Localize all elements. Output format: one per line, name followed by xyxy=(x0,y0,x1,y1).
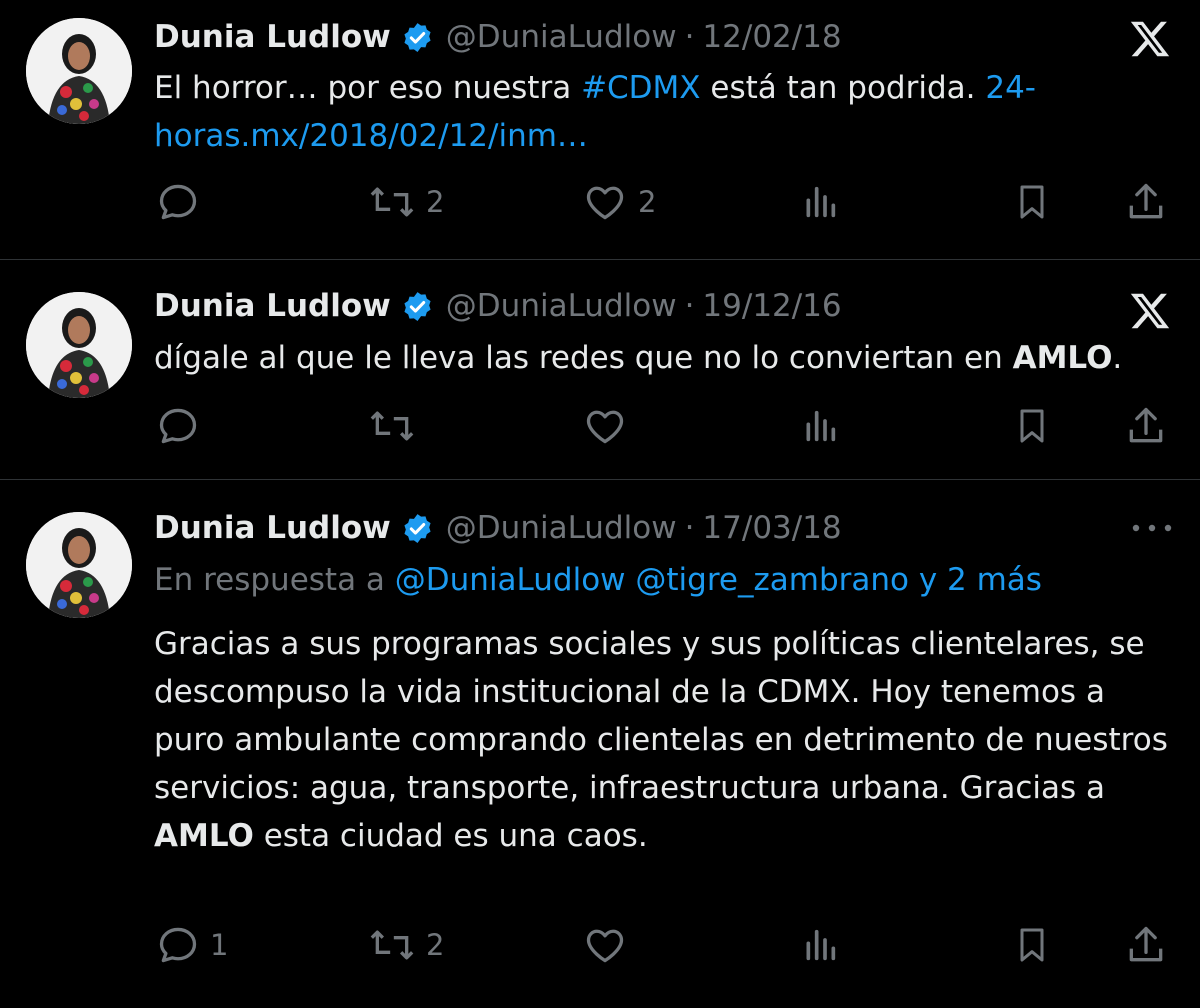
reply-button[interactable]: 1 xyxy=(156,920,228,970)
heart-icon xyxy=(586,410,624,444)
tweet-text-part: . xyxy=(1112,340,1123,376)
tweet-date[interactable]: 17/03/18 xyxy=(702,508,841,548)
tweet-header: Dunia Ludlow @DuniaLudlow · 12/02/18 xyxy=(154,17,842,57)
share-button[interactable] xyxy=(1124,920,1168,970)
tweet-date[interactable]: 12/02/18 xyxy=(702,17,841,57)
heart-icon xyxy=(586,186,624,220)
views-button[interactable] xyxy=(800,177,840,227)
x-logo-icon xyxy=(1126,16,1174,66)
verified-badge-icon xyxy=(401,512,434,545)
more-icon[interactable] xyxy=(1130,520,1174,540)
views-button[interactable] xyxy=(800,401,840,451)
bookmark-icon xyxy=(1020,409,1044,443)
views-icon xyxy=(806,186,836,218)
tweet-date[interactable]: 19/12/16 xyxy=(702,286,841,326)
verified-badge-icon xyxy=(401,21,434,54)
reply-icon xyxy=(159,184,197,220)
reply-button[interactable] xyxy=(156,401,210,451)
tweet-1[interactable]: Dunia Ludlow @DuniaLudlow · 12/02/18 El … xyxy=(0,0,1200,260)
avatar[interactable] xyxy=(26,18,132,124)
verified-badge-icon xyxy=(401,290,434,323)
tweet-text: Gracias a sus programas sociales y sus p… xyxy=(154,620,1174,860)
x-logo-icon xyxy=(1126,288,1174,338)
display-name[interactable]: Dunia Ludlow xyxy=(154,17,391,57)
reply-mentions-link[interactable]: @DuniaLudlow @tigre_zambrano y 2 más xyxy=(395,562,1042,598)
bookmark-button[interactable] xyxy=(1012,401,1052,451)
retweet-count: 2 xyxy=(426,928,445,962)
handle[interactable]: @DuniaLudlow xyxy=(446,17,677,57)
tweet-text-part: dígale al que le lleva las redes que no … xyxy=(154,340,1013,376)
like-button[interactable]: 2 xyxy=(582,177,656,227)
retweet-icon xyxy=(370,187,414,217)
retweet-button[interactable]: 2 xyxy=(368,920,444,970)
tweet-text-part: El horror… por eso nuestra xyxy=(154,70,582,106)
separator: · xyxy=(684,288,695,324)
bookmark-button[interactable] xyxy=(1012,177,1052,227)
display-name[interactable]: Dunia Ludlow xyxy=(154,286,391,326)
action-bar: 2 2 xyxy=(154,177,1174,227)
avatar[interactable] xyxy=(26,512,132,618)
avatar[interactable] xyxy=(26,292,132,398)
bookmark-icon xyxy=(1020,185,1044,219)
display-name[interactable]: Dunia Ludlow xyxy=(154,508,391,548)
tweet-text: El horror… por eso nuestra #CDMX está ta… xyxy=(154,64,1174,160)
bold-text: AMLO xyxy=(1012,340,1113,376)
reply-button[interactable] xyxy=(156,177,210,227)
reply-prefix: En respuesta a xyxy=(154,562,395,598)
like-count: 2 xyxy=(638,185,657,219)
action-bar xyxy=(154,401,1174,451)
tweet-text: dígale al que le lleva las redes que no … xyxy=(154,334,1174,382)
separator: · xyxy=(684,510,695,546)
like-button[interactable] xyxy=(582,920,638,970)
reply-count: 1 xyxy=(210,928,229,962)
handle[interactable]: @DuniaLudlow xyxy=(446,286,677,326)
views-icon xyxy=(806,410,836,442)
tweet-text-part: Gracias a sus programas sociales y sus p… xyxy=(154,626,1168,806)
tweet-text-part: esta ciudad es una caos. xyxy=(253,818,648,854)
reply-icon xyxy=(159,927,197,963)
tweet-3[interactable]: Dunia Ludlow @DuniaLudlow · 17/03/18 En … xyxy=(0,480,1200,1008)
handle[interactable]: @DuniaLudlow xyxy=(446,508,677,548)
share-button[interactable] xyxy=(1124,177,1168,227)
like-button[interactable] xyxy=(582,401,638,451)
retweet-button[interactable]: 2 xyxy=(368,177,444,227)
separator: · xyxy=(684,19,695,55)
tweet-2[interactable]: Dunia Ludlow @DuniaLudlow · 19/12/16 díg… xyxy=(0,260,1200,480)
retweet-icon xyxy=(370,411,414,441)
share-icon xyxy=(1129,183,1163,219)
retweet-icon xyxy=(370,930,414,960)
reply-icon xyxy=(159,408,197,444)
bold-text: AMLO xyxy=(154,818,254,854)
action-bar: 1 2 xyxy=(154,920,1174,970)
share-icon xyxy=(1129,407,1163,443)
retweet-button[interactable] xyxy=(368,401,426,451)
hashtag-link[interactable]: #CDMX xyxy=(581,70,700,106)
heart-icon xyxy=(586,929,624,963)
bookmark-button[interactable] xyxy=(1012,920,1052,970)
share-icon xyxy=(1129,926,1163,962)
reply-context: En respuesta a @DuniaLudlow @tigre_zambr… xyxy=(154,560,1042,600)
share-button[interactable] xyxy=(1124,401,1168,451)
views-icon xyxy=(806,929,836,961)
tweet-text-part: está tan podrida. xyxy=(700,70,986,106)
bookmark-icon xyxy=(1020,928,1044,962)
retweet-count: 2 xyxy=(426,185,445,219)
tweet-header: Dunia Ludlow @DuniaLudlow · 19/12/16 xyxy=(154,286,842,326)
tweet-header: Dunia Ludlow @DuniaLudlow · 17/03/18 xyxy=(154,508,842,548)
views-button[interactable] xyxy=(800,920,840,970)
